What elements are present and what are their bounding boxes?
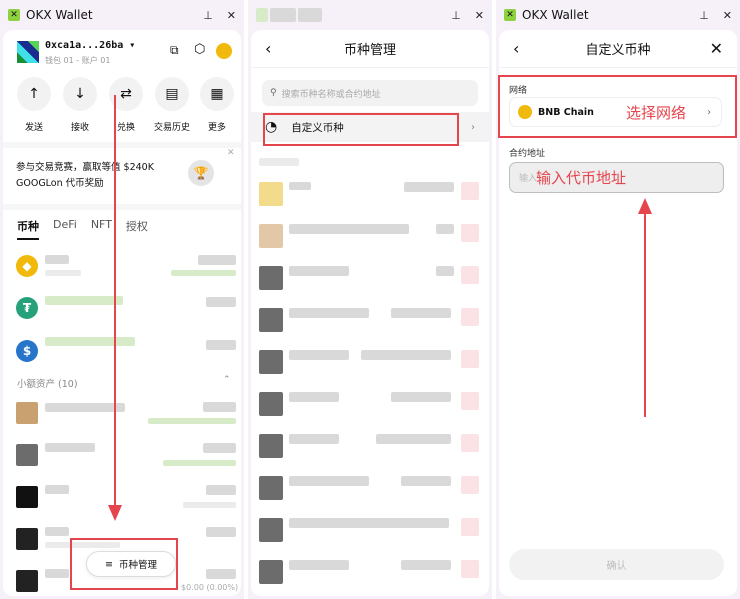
grid-icon: ▦ [200, 77, 234, 111]
pin-icon[interactable]: ⊥ [699, 9, 709, 22]
tab-approvals[interactable]: 授权 [126, 218, 148, 240]
tab-defi[interactable]: DeFi [53, 218, 77, 240]
pin-icon[interactable]: ⊥ [451, 9, 461, 22]
trophy-icon: 🏆 [188, 160, 214, 186]
bnb-network-icon[interactable] [216, 43, 232, 59]
chevron-right-icon: › [707, 106, 711, 118]
page-title: 币种管理 [343, 43, 396, 58]
annotation-arrow [114, 95, 116, 515]
tab-tokens[interactable]: 币种 [17, 218, 39, 240]
confirm-button[interactable]: 确认 [509, 549, 724, 580]
history-button[interactable]: ▤ 交易历史 [154, 77, 190, 133]
network-label: 网络 [509, 86, 528, 96]
title-bar: ⊥ ✕ [248, 0, 492, 30]
avatar[interactable] [17, 41, 39, 63]
annotation-text: 输入代币地址 [536, 167, 627, 188]
pin-icon[interactable]: ⊥ [203, 9, 213, 22]
back-icon[interactable]: ‹ [265, 39, 271, 58]
contract-address-input[interactable]: 输入代币地址 输入代币地址 [509, 162, 724, 193]
list-edit-icon: ≡ [105, 558, 113, 570]
confirm-label: 确认 [606, 561, 627, 572]
chevron-up-icon[interactable]: ⌃ [223, 375, 231, 385]
close-icon[interactable]: ✕ [723, 9, 732, 22]
title-bar: ✕ OKX Wallet ⊥ ✕ [0, 0, 244, 30]
custom-token-window: ✕ OKX Wallet ⊥ ✕ ‹ 自定义币种 ✕ 网络 BNB Chain 选择… [496, 0, 740, 599]
usdt-icon: ₮ [16, 297, 38, 319]
bnb-icon: ◆ [16, 255, 38, 277]
manage-tokens-button[interactable]: ≡ 币种管理 [86, 551, 176, 577]
search-input[interactable]: ⚲ 搜索币种名称或合约地址 [262, 80, 478, 106]
arrow-down-icon: ↓ [63, 77, 97, 111]
custom-token-label: 自定义币种 [291, 121, 344, 134]
token-manage-window: ⊥ ✕ ‹ 币种管理 ⚲ 搜索币种名称或合约地址 ◔ 自定义币种 › [248, 0, 492, 599]
tab-nft[interactable]: NFT [91, 218, 112, 240]
title-bar: ✕ OKX Wallet ⊥ ✕ [496, 0, 740, 30]
close-icon[interactable]: ✕ [227, 9, 236, 22]
history-icon: ▤ [155, 77, 189, 111]
account-label: 钱包 01 - 账户 01 [45, 56, 111, 65]
annotation-text: 选择网络 [626, 103, 687, 122]
banner-close-icon[interactable]: ✕ [227, 148, 235, 158]
search-placeholder: 搜索币种名称或合约地址 [281, 89, 381, 100]
promo-banner[interactable]: 参与交易竞赛，赢取等值 $240K GOOGLon 代币奖励 [16, 160, 166, 192]
more-button[interactable]: ▦ 更多 [200, 77, 234, 133]
close-icon[interactable]: ✕ [475, 9, 484, 22]
account-selector[interactable]: 0xca1a...26ba ▾ [45, 40, 135, 51]
small-assets-header[interactable]: 小额资产 (10) [17, 376, 78, 390]
settings-hex-icon[interactable]: ⬡ [194, 42, 205, 57]
receive-button[interactable]: ↓ 接收 [63, 77, 97, 133]
send-button[interactable]: ↑ 发送 [17, 77, 51, 133]
address: 0xca1a...26ba [45, 40, 124, 51]
window-title: OKX Wallet [26, 8, 93, 22]
asset-tabs: 币种 DeFi NFT 授权 [17, 218, 148, 240]
token-manage-card: ‹ 币种管理 ⚲ 搜索币种名称或合约地址 ◔ 自定义币种 › [251, 30, 489, 596]
network-select[interactable]: BNB Chain 选择网络 › [509, 97, 722, 127]
annotation-arrow [644, 212, 646, 417]
search-icon: ⚲ [270, 88, 277, 98]
wallet-window: ✕ OKX Wallet ⊥ ✕ 0xca1a...26ba ▾ 钱包 01 -… [0, 0, 244, 599]
bnb-chain-icon [518, 105, 532, 119]
okx-logo-icon: ✕ [504, 9, 516, 21]
custom-token-item[interactable]: ◔ 自定义币种 › [251, 112, 489, 142]
add-custom-icon: ◔ [265, 119, 278, 135]
usdc-icon: $ [16, 340, 38, 362]
chevron-right-icon: › [471, 121, 475, 133]
close-icon[interactable]: ✕ [710, 39, 723, 58]
contract-label: 合约地址 [509, 149, 546, 159]
arrow-up-icon: ↑ [17, 77, 51, 111]
wallet-card: 0xca1a...26ba ▾ 钱包 01 - 账户 01 ⧉ ⬡ ↑ 发送 ↓ 接… [3, 30, 241, 596]
window-title: OKX Wallet [522, 8, 589, 22]
back-icon[interactable]: ‹ [513, 39, 519, 58]
manage-tokens-label: 币种管理 [118, 560, 157, 571]
copy-icon[interactable]: ⧉ [170, 43, 179, 58]
page-title: 自定义币种 [585, 43, 651, 58]
network-value: BNB Chain [538, 106, 594, 118]
asset-value: $0.00 (0.00%) [181, 583, 239, 592]
action-label: 更多 [207, 123, 226, 133]
okx-logo-icon: ✕ [8, 9, 20, 21]
custom-token-card: ‹ 自定义币种 ✕ 网络 BNB Chain 选择网络 › 合约地址 输入代币地址 … [499, 30, 737, 596]
